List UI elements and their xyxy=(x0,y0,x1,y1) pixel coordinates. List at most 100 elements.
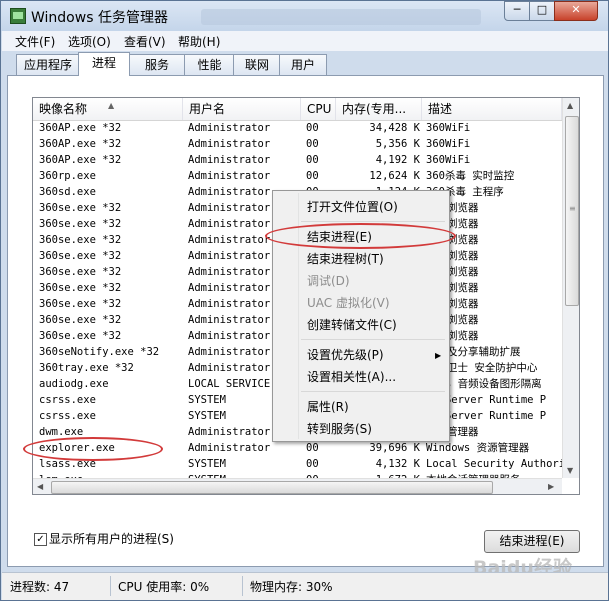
maximize-button[interactable]: □ xyxy=(529,1,555,21)
vertical-scroll-thumb[interactable]: ≡ xyxy=(565,116,579,306)
menu-view[interactable]: 查看(V) xyxy=(124,33,166,50)
status-bar: 进程数: 47 CPU 使用率: 0% 物理内存: 30% xyxy=(2,572,608,600)
end-process-button[interactable]: 结束进程(E) xyxy=(484,530,580,553)
tab-applications[interactable]: 应用程序 xyxy=(16,54,80,75)
menu-bar: 文件(F) 选项(O) 查看(V) 帮助(H) xyxy=(2,31,608,51)
status-cpu-usage: CPU 使用率: 0% xyxy=(118,580,210,594)
table-cell: 12,624 K xyxy=(369,170,420,182)
table-cell: SYSTEM xyxy=(188,458,226,470)
title-bar[interactable]: Windows 任务管理器 ─ □ ✕ xyxy=(1,1,608,31)
table-cell: 00 xyxy=(306,458,319,470)
scroll-left-icon[interactable]: ◀ xyxy=(37,482,43,491)
table-cell: 360se.exe *32 xyxy=(39,266,122,278)
blurred-title-area xyxy=(201,9,481,25)
ctx-separator xyxy=(301,339,445,340)
ctx-open-file-location[interactable]: 打开文件位置(O) xyxy=(307,197,398,217)
ctx-create-dump-file[interactable]: 创建转储文件(C) xyxy=(307,315,397,335)
show-all-users-checkbox[interactable]: ✓ xyxy=(34,533,47,546)
status-process-count: 进程数: 47 xyxy=(10,580,70,594)
column-cpu[interactable]: CPU xyxy=(301,98,336,120)
tab-users[interactable]: 用户 xyxy=(279,54,327,75)
table-row[interactable]: 360AP.exe *32 Administrator 00 5,356 K 360Wi… xyxy=(33,136,562,152)
table-cell: Local Security Authority xyxy=(426,458,562,470)
column-memory[interactable]: 内存(专用... xyxy=(336,98,422,120)
show-all-users-label[interactable]: 显示所有用户的进程(S) xyxy=(49,530,174,547)
horizontal-scrollbar[interactable]: ◀ ▶ xyxy=(33,478,562,494)
status-divider xyxy=(110,576,111,596)
table-cell: 00 xyxy=(306,154,319,166)
table-cell: 360AP.exe *32 xyxy=(39,122,122,134)
submenu-arrow-icon: ▶ xyxy=(435,351,442,360)
table-cell: Administrator xyxy=(188,170,271,182)
table-cell: audiodg.exe xyxy=(39,378,109,390)
column-user-name[interactable]: 用户名 xyxy=(183,98,301,120)
tab-services[interactable]: 服务 xyxy=(128,54,186,75)
table-row[interactable]: 360AP.exe *32 Administrator 00 34,428 K 360W… xyxy=(33,120,562,136)
table-cell: 4,132 K xyxy=(375,458,420,470)
grip-icon: ≡ xyxy=(569,204,576,213)
tab-networking[interactable]: 联网 xyxy=(233,54,281,75)
menu-file[interactable]: 文件(F) xyxy=(15,33,55,50)
horizontal-scroll-thumb[interactable] xyxy=(51,481,493,494)
table-cell: 360se.exe *32 xyxy=(39,298,122,310)
tab-processes[interactable]: 进程 xyxy=(78,52,130,76)
table-cell: 4,192 K xyxy=(375,154,420,166)
column-header-row: 映像名称 ▲ 用户名 CPU 内存(专用... 描述 xyxy=(33,98,562,121)
table-cell: 360se.exe *32 xyxy=(39,234,122,246)
task-manager-window: Windows 任务管理器 ─ □ ✕ 文件(F) 选项(O) 查看(V) 帮助… xyxy=(0,0,609,601)
table-cell: 360seNotify.exe *32 xyxy=(39,346,160,358)
table-cell: 360sd.exe xyxy=(39,186,96,198)
table-cell: 360WiFi xyxy=(426,122,471,134)
table-cell: 00 xyxy=(306,138,319,150)
table-cell: 360se.exe *32 xyxy=(39,202,122,214)
ctx-set-affinity[interactable]: 设置相关性(A)... xyxy=(307,367,396,387)
vertical-scrollbar[interactable]: ▲ ≡ ▼ xyxy=(562,98,579,478)
table-cell: Windows 资源管理器 xyxy=(426,442,530,454)
column-description[interactable]: 描述 xyxy=(422,98,562,120)
status-physical-memory: 物理内存: 30% xyxy=(250,580,333,594)
table-cell: 360se.exe *32 xyxy=(39,330,122,342)
ctx-separator xyxy=(301,391,445,392)
highlight-ring-explorer xyxy=(23,437,163,461)
table-cell: 360se.exe *32 xyxy=(39,218,122,230)
table-cell: Administrator xyxy=(188,122,271,134)
column-image-name-label: 映像名称 xyxy=(39,102,88,116)
table-cell: csrss.exe xyxy=(39,410,96,422)
window-title: Windows 任务管理器 xyxy=(31,10,168,26)
ctx-set-priority[interactable]: 设置优先级(P) xyxy=(307,345,384,365)
table-cell: 360WiFi xyxy=(426,138,471,150)
table-cell: 00 xyxy=(306,122,319,134)
ctx-end-process-tree[interactable]: 结束进程树(T) xyxy=(307,249,384,269)
table-cell: 360杀毒 实时监控 xyxy=(426,170,515,182)
table-row[interactable]: 360rp.exe Administrator 00 12,624 K 360杀毒 实时… xyxy=(33,168,562,184)
table-cell: csrss.exe xyxy=(39,394,96,406)
task-manager-app-icon xyxy=(10,8,26,24)
table-cell: Administrator xyxy=(188,154,271,166)
tab-performance[interactable]: 性能 xyxy=(184,54,235,75)
sort-ascending-icon: ▲ xyxy=(108,101,115,110)
menu-help[interactable]: 帮助(H) xyxy=(178,33,220,50)
table-cell: 360WiFi xyxy=(426,154,471,166)
table-cell: 34,428 K xyxy=(369,122,420,134)
table-row[interactable]: 360AP.exe *32 Administrator 00 4,192 K 360Wi… xyxy=(33,152,562,168)
table-cell: 360se.exe *32 xyxy=(39,282,122,294)
ctx-properties[interactable]: 属性(R) xyxy=(307,397,349,417)
ctx-go-to-service[interactable]: 转到服务(S) xyxy=(307,419,372,439)
column-image-name[interactable]: 映像名称 ▲ xyxy=(33,98,183,120)
table-cell: 5,356 K xyxy=(375,138,420,150)
minimize-button[interactable]: ─ xyxy=(504,1,530,21)
table-cell: Administrator xyxy=(188,138,271,150)
table-cell: 360rp.exe xyxy=(39,170,96,182)
close-button[interactable]: ✕ xyxy=(554,1,598,21)
ctx-separator xyxy=(301,221,445,222)
table-cell: 360tray.exe *32 xyxy=(39,362,134,374)
table-cell: 00 xyxy=(306,442,319,454)
scroll-down-icon[interactable]: ▼ xyxy=(567,466,573,475)
menu-options[interactable]: 选项(O) xyxy=(68,33,111,50)
scroll-right-icon[interactable]: ▶ xyxy=(548,482,554,491)
ctx-debug: 调试(D) xyxy=(307,274,350,288)
table-cell: 360AP.exe *32 xyxy=(39,154,122,166)
scroll-up-icon[interactable]: ▲ xyxy=(567,101,573,110)
ctx-uac-virtualization: UAC 虚拟化(V) xyxy=(307,296,390,310)
table-cell: 00 xyxy=(306,170,319,182)
